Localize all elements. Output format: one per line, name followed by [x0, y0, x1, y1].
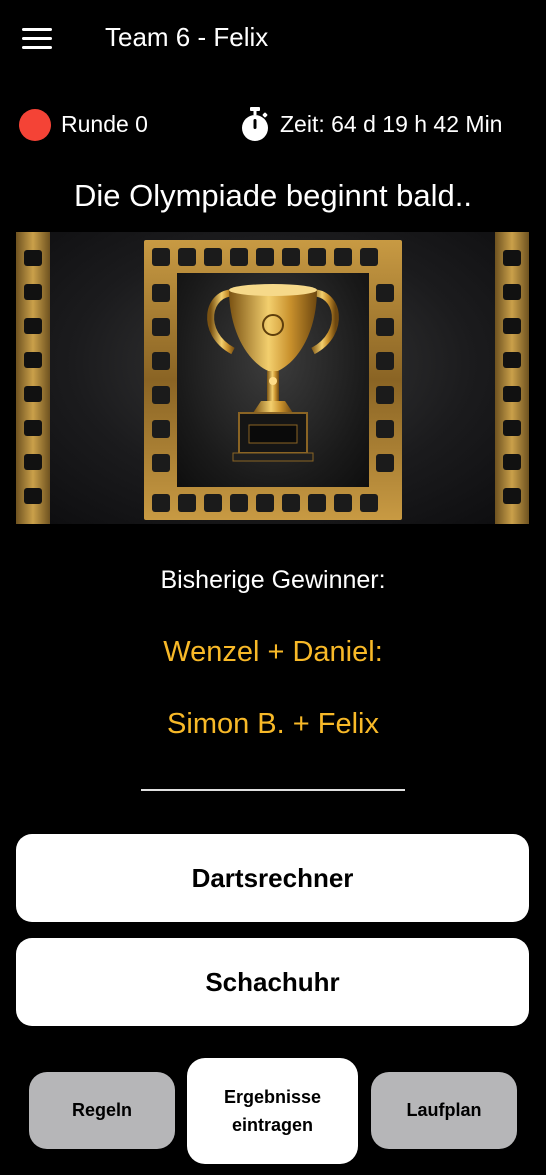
- headline: Die Olympiade beginnt bald..: [73, 178, 473, 213]
- divider: [141, 789, 405, 791]
- round-label: Runde 0: [61, 111, 148, 137]
- darts-calculator-button[interactable]: Dartsrechner: [16, 834, 529, 922]
- trophy-icon: [207, 284, 339, 462]
- chess-clock-button[interactable]: Schachuhr: [16, 938, 529, 1026]
- winners-heading: Bisherige Gewinner:: [160, 566, 386, 594]
- enter-results-label: Ergebnisse eintragen: [223, 1087, 322, 1135]
- schedule-button[interactable]: Laufplan: [371, 1072, 517, 1149]
- app-bar: Team 6 - Felix: [0, 0, 546, 80]
- winner-entry: Simon B. + Felix: [167, 708, 379, 740]
- rules-button[interactable]: Regeln: [29, 1072, 175, 1149]
- page-title: Team 6 - Felix: [105, 22, 269, 52]
- golden-trophy-film-frame-image: [16, 232, 529, 524]
- winner-entry: Wenzel + Daniel:: [163, 636, 383, 668]
- time-remaining-label: Zeit: 64 d 19 h 42 Min: [280, 111, 503, 137]
- round-status-indicator: [19, 109, 51, 141]
- enter-results-button[interactable]: Ergebnisse eintragen: [187, 1058, 358, 1164]
- hamburger-menu-icon[interactable]: [22, 28, 52, 50]
- stopwatch-icon: [242, 107, 268, 141]
- status-row: Runde 0 Zeit: 64 d 19 h 42 Min: [0, 105, 546, 145]
